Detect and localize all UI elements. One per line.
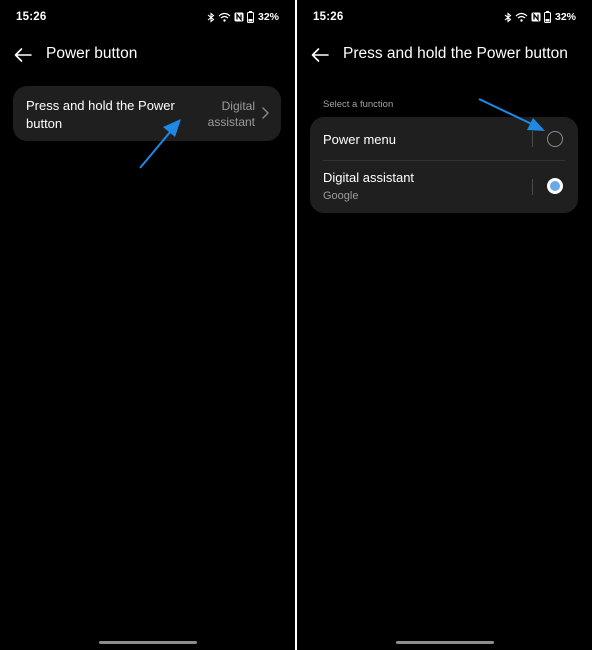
chevron-right-icon: [262, 107, 269, 119]
option-label: Digital assistant: [323, 170, 415, 185]
back-button[interactable]: [10, 43, 36, 67]
back-button[interactable]: [307, 43, 333, 67]
status-icons: 32%: [504, 10, 576, 24]
status-time: 15:26: [313, 11, 344, 23]
status-time: 15:26: [16, 11, 47, 23]
title-bar: Press and hold the Power button: [297, 40, 592, 70]
wifi-icon: [218, 12, 231, 22]
status-bar: 15:26 32%: [297, 0, 592, 34]
status-bar: 15:26 32%: [0, 0, 295, 34]
back-arrow-icon: [311, 48, 329, 62]
home-indicator[interactable]: [99, 641, 197, 644]
digital-assistant-radio[interactable]: [547, 178, 563, 194]
battery-percent: 32%: [554, 11, 576, 23]
bluetooth-icon: [207, 11, 215, 23]
status-icons: 32%: [207, 10, 279, 24]
battery-icon: [543, 11, 551, 23]
option-digital-assistant[interactable]: Digital assistant Google: [310, 161, 578, 213]
nfc-icon: [234, 12, 244, 22]
section-header: Select a function: [323, 99, 394, 110]
annotation-arrow: [139, 119, 181, 169]
bluetooth-icon: [504, 11, 512, 23]
nfc-icon: [531, 12, 541, 22]
battery-icon: [246, 11, 254, 23]
home-indicator[interactable]: [396, 641, 494, 644]
option-sublabel: Google: [323, 190, 359, 202]
annotation-arrow: [478, 98, 545, 131]
left-phone-screen: 15:26 32% Power button Press and hold th…: [0, 0, 295, 650]
right-phone-screen: 15:26 32% Press and hold the Power butto…: [297, 0, 592, 650]
option-label: Power menu: [323, 132, 396, 147]
page-title: Power button: [46, 45, 138, 62]
wifi-icon: [515, 12, 528, 22]
back-arrow-icon: [14, 48, 32, 62]
setting-value: Digital assistant: [207, 99, 255, 129]
option-separator: [532, 179, 533, 195]
title-bar: Power button: [0, 40, 295, 70]
battery-percent: 32%: [257, 11, 279, 23]
page-title: Press and hold the Power button: [343, 45, 568, 62]
